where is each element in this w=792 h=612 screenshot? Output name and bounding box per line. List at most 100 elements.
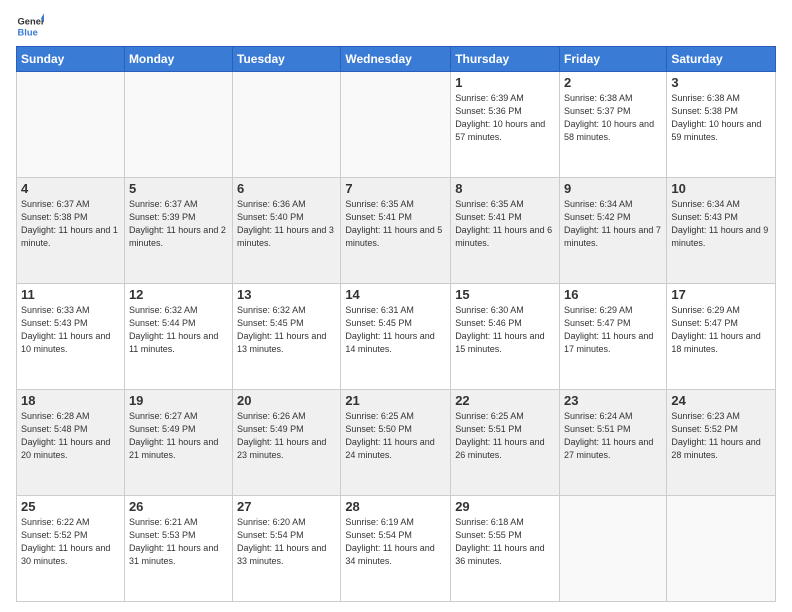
day-info: Sunrise: 6:32 AM Sunset: 5:44 PM Dayligh… <box>129 304 228 356</box>
day-info: Sunrise: 6:25 AM Sunset: 5:50 PM Dayligh… <box>345 410 446 462</box>
col-header-sunday: Sunday <box>17 47 125 72</box>
day-number: 24 <box>671 393 771 408</box>
day-cell: 10 Sunrise: 6:34 AM Sunset: 5:43 PM Dayli… <box>667 178 776 284</box>
day-info: Sunrise: 6:34 AM Sunset: 5:42 PM Dayligh… <box>564 198 662 250</box>
col-header-wednesday: Wednesday <box>341 47 451 72</box>
day-info: Sunrise: 6:23 AM Sunset: 5:52 PM Dayligh… <box>671 410 771 462</box>
day-cell: 21 Sunrise: 6:25 AM Sunset: 5:50 PM Dayli… <box>341 390 451 496</box>
day-cell: 9 Sunrise: 6:34 AM Sunset: 5:42 PM Daylig… <box>560 178 667 284</box>
day-info: Sunrise: 6:34 AM Sunset: 5:43 PM Dayligh… <box>671 198 771 250</box>
day-info: Sunrise: 6:24 AM Sunset: 5:51 PM Dayligh… <box>564 410 662 462</box>
day-cell: 12Sunrise: 6:32 AM Sunset: 5:44 PM Dayli… <box>124 284 232 390</box>
day-number: 5 <box>129 181 228 196</box>
day-number: 15 <box>455 287 555 302</box>
col-header-tuesday: Tuesday <box>233 47 341 72</box>
day-info: Sunrise: 6:29 AM Sunset: 5:47 PM Dayligh… <box>564 304 662 356</box>
day-cell: 5 Sunrise: 6:37 AM Sunset: 5:39 PM Daylig… <box>124 178 232 284</box>
svg-text:General: General <box>18 16 44 26</box>
col-header-thursday: Thursday <box>451 47 560 72</box>
day-cell: 29 Sunrise: 6:18 AM Sunset: 5:55 PM Dayli… <box>451 496 560 602</box>
day-cell: 25Sunrise: 6:22 AM Sunset: 5:52 PM Dayli… <box>17 496 125 602</box>
day-number: 26 <box>129 499 228 514</box>
day-number: 8 <box>455 181 555 196</box>
week-row-2: 11Sunrise: 6:33 AM Sunset: 5:43 PM Dayli… <box>17 284 776 390</box>
day-number: 13 <box>237 287 336 302</box>
day-number: 21 <box>345 393 446 408</box>
day-info: Sunrise: 6:18 AM Sunset: 5:55 PM Dayligh… <box>455 516 555 568</box>
day-number: 4 <box>21 181 120 196</box>
week-row-1: 4 Sunrise: 6:37 AM Sunset: 5:38 PM Daylig… <box>17 178 776 284</box>
day-info: Sunrise: 6:31 AM Sunset: 5:45 PM Dayligh… <box>345 304 446 356</box>
day-cell: 14Sunrise: 6:31 AM Sunset: 5:45 PM Dayli… <box>341 284 451 390</box>
day-number: 2 <box>564 75 662 90</box>
day-info: Sunrise: 6:37 AM Sunset: 5:38 PM Dayligh… <box>21 198 120 250</box>
col-header-monday: Monday <box>124 47 232 72</box>
day-cell: 16 Sunrise: 6:29 AM Sunset: 5:47 PM Dayli… <box>560 284 667 390</box>
day-cell: 28Sunrise: 6:19 AM Sunset: 5:54 PM Dayli… <box>341 496 451 602</box>
day-cell <box>667 496 776 602</box>
day-cell: 1Sunrise: 6:39 AM Sunset: 5:36 PM Daylig… <box>451 72 560 178</box>
day-info: Sunrise: 6:25 AM Sunset: 5:51 PM Dayligh… <box>455 410 555 462</box>
day-cell <box>341 72 451 178</box>
day-number: 17 <box>671 287 771 302</box>
day-cell: 22 Sunrise: 6:25 AM Sunset: 5:51 PM Dayli… <box>451 390 560 496</box>
day-info: Sunrise: 6:20 AM Sunset: 5:54 PM Dayligh… <box>237 516 336 568</box>
day-cell: 24 Sunrise: 6:23 AM Sunset: 5:52 PM Dayli… <box>667 390 776 496</box>
day-number: 11 <box>21 287 120 302</box>
week-row-3: 18Sunrise: 6:28 AM Sunset: 5:48 PM Dayli… <box>17 390 776 496</box>
day-cell <box>560 496 667 602</box>
day-info: Sunrise: 6:38 AM Sunset: 5:37 PM Dayligh… <box>564 92 662 144</box>
day-number: 29 <box>455 499 555 514</box>
day-cell: 23 Sunrise: 6:24 AM Sunset: 5:51 PM Dayli… <box>560 390 667 496</box>
day-info: Sunrise: 6:30 AM Sunset: 5:46 PM Dayligh… <box>455 304 555 356</box>
day-number: 9 <box>564 181 662 196</box>
day-info: Sunrise: 6:27 AM Sunset: 5:49 PM Dayligh… <box>129 410 228 462</box>
day-info: Sunrise: 6:35 AM Sunset: 5:41 PM Dayligh… <box>455 198 555 250</box>
day-info: Sunrise: 6:26 AM Sunset: 5:49 PM Dayligh… <box>237 410 336 462</box>
day-number: 19 <box>129 393 228 408</box>
day-number: 10 <box>671 181 771 196</box>
day-cell: 19 Sunrise: 6:27 AM Sunset: 5:49 PM Dayli… <box>124 390 232 496</box>
day-number: 16 <box>564 287 662 302</box>
day-number: 25 <box>21 499 120 514</box>
day-cell: 27 Sunrise: 6:20 AM Sunset: 5:54 PM Dayli… <box>233 496 341 602</box>
calendar-table: SundayMondayTuesdayWednesdayThursdayFrid… <box>16 46 776 602</box>
col-header-friday: Friday <box>560 47 667 72</box>
day-cell <box>17 72 125 178</box>
day-info: Sunrise: 6:21 AM Sunset: 5:53 PM Dayligh… <box>129 516 228 568</box>
day-cell: 11Sunrise: 6:33 AM Sunset: 5:43 PM Dayli… <box>17 284 125 390</box>
day-cell: 6 Sunrise: 6:36 AM Sunset: 5:40 PM Daylig… <box>233 178 341 284</box>
day-cell: 20 Sunrise: 6:26 AM Sunset: 5:49 PM Dayli… <box>233 390 341 496</box>
day-info: Sunrise: 6:36 AM Sunset: 5:40 PM Dayligh… <box>237 198 336 250</box>
day-info: Sunrise: 6:32 AM Sunset: 5:45 PM Dayligh… <box>237 304 336 356</box>
day-cell: 4 Sunrise: 6:37 AM Sunset: 5:38 PM Daylig… <box>17 178 125 284</box>
day-cell: 26 Sunrise: 6:21 AM Sunset: 5:53 PM Dayli… <box>124 496 232 602</box>
day-number: 20 <box>237 393 336 408</box>
svg-text:Blue: Blue <box>18 27 38 37</box>
day-number: 27 <box>237 499 336 514</box>
day-number: 6 <box>237 181 336 196</box>
day-number: 22 <box>455 393 555 408</box>
day-number: 3 <box>671 75 771 90</box>
day-info: Sunrise: 6:35 AM Sunset: 5:41 PM Dayligh… <box>345 198 446 250</box>
col-header-saturday: Saturday <box>667 47 776 72</box>
day-cell: 13 Sunrise: 6:32 AM Sunset: 5:45 PM Dayli… <box>233 284 341 390</box>
day-info: Sunrise: 6:39 AM Sunset: 5:36 PM Dayligh… <box>455 92 555 144</box>
day-info: Sunrise: 6:37 AM Sunset: 5:39 PM Dayligh… <box>129 198 228 250</box>
day-cell: 2 Sunrise: 6:38 AM Sunset: 5:37 PM Daylig… <box>560 72 667 178</box>
day-cell: 8 Sunrise: 6:35 AM Sunset: 5:41 PM Daylig… <box>451 178 560 284</box>
page: General Blue SundayMondayTuesdayWednesda… <box>0 0 792 612</box>
day-info: Sunrise: 6:29 AM Sunset: 5:47 PM Dayligh… <box>671 304 771 356</box>
day-cell: 3Sunrise: 6:38 AM Sunset: 5:38 PM Daylig… <box>667 72 776 178</box>
header-row-days: SundayMondayTuesdayWednesdayThursdayFrid… <box>17 47 776 72</box>
day-cell <box>233 72 341 178</box>
day-cell: 18Sunrise: 6:28 AM Sunset: 5:48 PM Dayli… <box>17 390 125 496</box>
logo-icon: General Blue <box>16 12 44 40</box>
logo: General Blue <box>16 12 44 40</box>
day-cell: 7Sunrise: 6:35 AM Sunset: 5:41 PM Daylig… <box>341 178 451 284</box>
day-number: 23 <box>564 393 662 408</box>
day-number: 28 <box>345 499 446 514</box>
week-row-4: 25Sunrise: 6:22 AM Sunset: 5:52 PM Dayli… <box>17 496 776 602</box>
day-number: 18 <box>21 393 120 408</box>
day-cell <box>124 72 232 178</box>
